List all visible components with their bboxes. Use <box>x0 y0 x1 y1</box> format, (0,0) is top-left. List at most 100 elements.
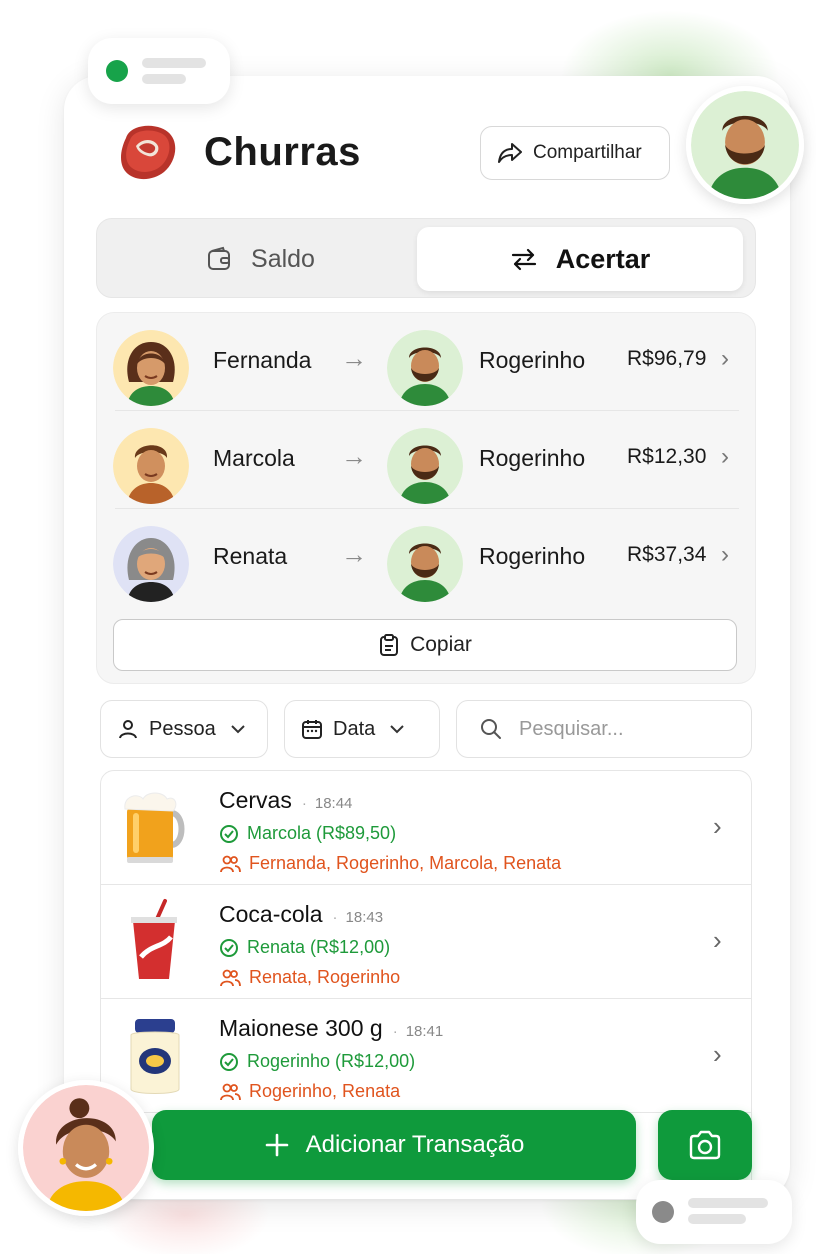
transaction-participants: Rogerinho, Renata <box>219 1081 400 1102</box>
transaction-participants: Fernanda, Rogerinho, Marcola, Renata <box>219 853 561 874</box>
transaction-payer: Renata (R$12,00) <box>219 937 390 958</box>
decorative-status-pill <box>88 38 230 104</box>
person-filter-dropdown[interactable]: Pessoa <box>100 700 268 758</box>
chevron-down-icon <box>231 725 245 734</box>
transaction-time: 18:41 <box>393 1023 444 1040</box>
transaction-name: Maionese 300 g <box>219 1015 383 1041</box>
avatar-user-floating <box>686 86 804 204</box>
date-filter-label: Data <box>333 717 376 740</box>
chevron-right-icon: › <box>721 541 729 568</box>
avatar-friend-floating <box>18 1080 154 1216</box>
settlement-amount: R$96,79 <box>627 347 707 370</box>
transaction-row[interactable]: Maionese 300 g18:41 Rogerinho (R$12,00) … <box>101 999 751 1113</box>
transaction-row[interactable]: Cervas 18:44 Marcola (R$89,50) Fernanda, … <box>101 771 751 885</box>
beer-mug-icon <box>124 792 185 863</box>
chevron-right-icon: › <box>713 1039 722 1069</box>
share-button-label: Compartilhar <box>533 142 642 163</box>
settlement-row[interactable]: Fernanda → Rogerinho R$96,79 › <box>97 313 757 411</box>
arrow-right-icon: → <box>341 539 367 569</box>
steak-logo-icon <box>121 125 176 180</box>
search-box <box>456 700 752 758</box>
payer-name: Marcola <box>213 445 295 471</box>
placeholder-line <box>688 1214 746 1224</box>
avatar-renata <box>113 526 189 602</box>
tab-acertar[interactable]: Acertar <box>417 227 743 291</box>
transaction-participants: Renata, Rogerinho <box>219 967 400 988</box>
transaction-name: Coca-cola <box>219 901 323 927</box>
group-icon <box>220 1083 241 1100</box>
placeholder-line <box>142 74 186 84</box>
wallet-icon <box>208 246 231 270</box>
avatar-rogerinho <box>387 330 463 406</box>
receiver-name: Rogerinho <box>479 445 586 471</box>
app-title: Churras <box>204 130 361 174</box>
payer-label: Rogerinho (R$12,00) <box>247 1051 416 1071</box>
placeholder-line <box>142 58 206 68</box>
transaction-name: Cervas <box>219 787 292 813</box>
check-circle-icon <box>220 824 238 843</box>
avatar-fernanda <box>113 330 189 406</box>
person-icon <box>119 720 137 739</box>
add-transaction-button[interactable]: Adicionar Transação <box>152 1110 636 1180</box>
copy-button-label: Copiar <box>410 633 472 656</box>
plus-icon <box>265 1133 288 1157</box>
status-dot <box>106 60 128 82</box>
camera-button[interactable] <box>658 1110 752 1180</box>
tab-saldo[interactable]: Saldo <box>105 227 415 291</box>
person-filter-label: Pessoa <box>149 717 216 740</box>
date-filter-dropdown[interactable]: Data <box>284 700 440 758</box>
arrow-right-icon: → <box>341 343 367 373</box>
transaction-time: 18:44 <box>302 795 353 812</box>
tab-saldo-label: Saldo <box>251 244 315 273</box>
chevron-right-icon: › <box>713 925 722 955</box>
transaction-title: Cervas 18:44 <box>219 787 352 814</box>
add-transaction-label: Adicionar Transação <box>305 1131 525 1158</box>
arrow-right-icon: → <box>341 441 367 471</box>
chevron-right-icon: › <box>721 443 729 470</box>
receiver-name: Rogerinho <box>479 347 586 373</box>
check-circle-icon <box>220 1052 238 1071</box>
payer-name: Fernanda <box>213 347 312 373</box>
settlements-panel: Fernanda → Rogerinho R$96,79 › Marcola →… <box>96 312 756 684</box>
settlement-row[interactable]: Renata → Rogerinho R$37,34 › <box>97 509 757 607</box>
participants-label: Rogerinho, Renata <box>249 1081 401 1101</box>
placeholder-line <box>688 1198 768 1208</box>
search-input[interactable] <box>519 717 719 741</box>
check-circle-icon <box>220 938 238 957</box>
transaction-title: Coca-cola 18:43 <box>219 901 383 928</box>
mayonnaise-jar-icon <box>130 1019 180 1094</box>
participants-label: Renata, Rogerinho <box>249 967 401 987</box>
tab-switcher: Saldo Acertar <box>96 218 756 298</box>
decorative-status-pill <box>636 1180 792 1244</box>
avatar-marcola <box>113 428 189 504</box>
clipboard-icon <box>380 634 399 656</box>
payer-label: Renata (R$12,00) <box>247 937 391 957</box>
swap-arrows-icon <box>511 248 536 271</box>
participants-label: Fernanda, Rogerinho, Marcola, Renata <box>249 853 562 873</box>
search-icon <box>481 719 501 739</box>
app-card: Churras Compartilhar Saldo Acertar Ferna… <box>64 76 790 1200</box>
payer-label: Marcola (R$89,50) <box>247 823 397 843</box>
group-icon <box>220 969 241 986</box>
calendar-icon <box>302 720 322 739</box>
transaction-row[interactable]: Coca-cola 18:43 Renata (R$12,00) Renata, … <box>101 885 751 999</box>
settlement-amount: R$12,30 <box>627 445 707 468</box>
copy-button[interactable]: Copiar <box>113 619 737 671</box>
avatar-rogerinho <box>387 526 463 602</box>
status-dot <box>652 1201 674 1223</box>
transaction-payer: Rogerinho (R$12,00) <box>219 1051 415 1072</box>
transaction-time: 18:43 <box>333 909 384 926</box>
share-arrow-icon <box>498 143 522 163</box>
camera-icon <box>689 1130 721 1160</box>
receiver-name: Rogerinho <box>479 543 586 569</box>
share-button[interactable]: Compartilhar <box>480 126 670 180</box>
soda-cup-icon <box>131 899 177 979</box>
group-icon <box>220 855 241 872</box>
chevron-right-icon: › <box>713 811 722 841</box>
payer-name: Renata <box>213 543 288 569</box>
transaction-payer: Marcola (R$89,50) <box>219 823 396 844</box>
transaction-title: Maionese 300 g 18:41 <box>219 1015 443 1042</box>
tab-acertar-label: Acertar <box>555 243 651 274</box>
chevron-down-icon <box>390 725 404 734</box>
settlement-row[interactable]: Marcola → Rogerinho R$12,30 › <box>97 411 757 509</box>
